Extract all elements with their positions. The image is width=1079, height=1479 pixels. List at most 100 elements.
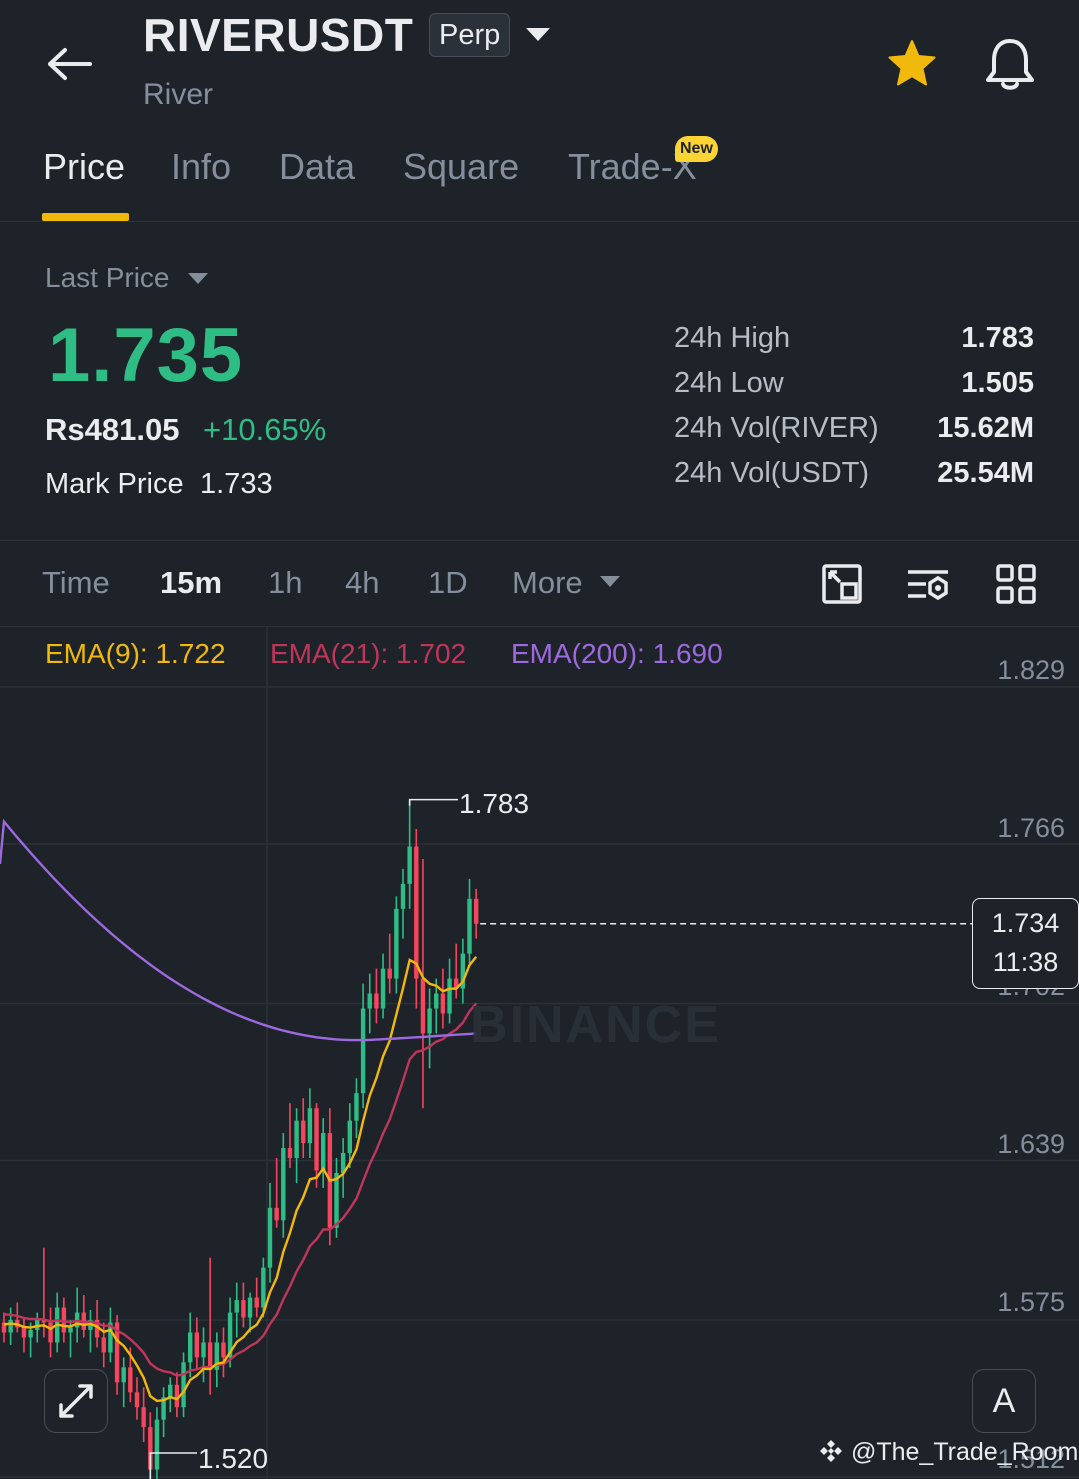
interval-15m[interactable]: 15m [160, 565, 222, 601]
binance-logo-icon [820, 1440, 842, 1462]
stat-value: 1.783 [961, 322, 1034, 354]
caret-down-icon[interactable] [188, 273, 208, 284]
candle-body [8, 1319, 13, 1333]
chevron-down-icon[interactable] [526, 28, 550, 41]
active-tab-indicator [42, 213, 129, 221]
star-icon[interactable] [884, 36, 940, 92]
candle-countdown: 11:38 [992, 947, 1059, 977]
candle-body [234, 1300, 239, 1313]
stats-panel: 24h High 1.783 24h Low 1.505 24h Vol(RIV… [674, 322, 1034, 502]
ema-21-label: EMA(21): 1.702 [270, 638, 467, 669]
candle-body [188, 1332, 193, 1363]
candle-body [134, 1392, 140, 1408]
stat-value: 1.505 [961, 367, 1034, 399]
candle-body [21, 1327, 27, 1338]
candle-body [400, 883, 406, 909]
grid-layout-icon[interactable] [994, 562, 1038, 606]
interval-more[interactable]: More [512, 565, 583, 601]
candle-body [287, 1148, 293, 1159]
ema-9-label: EMA(9): 1.722 [45, 638, 226, 669]
interval-1d[interactable]: 1D [428, 565, 468, 601]
candle-body [414, 846, 419, 979]
low-marker-label: 1.520 [198, 1443, 269, 1474]
more-caret-icon[interactable] [600, 576, 620, 587]
stat-row: 24h Vol(RIVER) 15.62M [674, 412, 1034, 457]
mark-price-value: 1.733 [200, 468, 273, 500]
candle-body [307, 1108, 313, 1144]
candle-body [241, 1300, 246, 1318]
candle-body [434, 993, 439, 1009]
back-arrow-icon[interactable] [40, 36, 100, 92]
ema-9-line [3, 956, 478, 1403]
stat-label: 24h Vol(RIVER) [674, 412, 879, 444]
candle-body [267, 1207, 273, 1268]
candle-body [168, 1384, 173, 1398]
candle-body [294, 1120, 299, 1159]
stat-row: 24h Vol(USDT) 25.54M [674, 457, 1034, 502]
candle-body [407, 846, 412, 884]
binance-watermark: BINANCE [470, 996, 721, 1054]
high-marker-label: 1.783 [459, 788, 530, 819]
bell-icon[interactable] [982, 34, 1038, 94]
candle-body [354, 1093, 359, 1121]
ema-200-line [0, 818, 477, 1042]
candle-body [154, 1419, 160, 1470]
interval-4h[interactable]: 4h [345, 565, 379, 601]
y-axis-tick: 1.829 [997, 655, 1065, 685]
y-axis-tick: 1.639 [997, 1129, 1065, 1159]
candle-body [281, 1148, 286, 1221]
candle-body [121, 1367, 126, 1383]
candle-body [467, 898, 472, 954]
interval-time[interactable]: Time [42, 565, 110, 601]
contract-type-tag: Perp [429, 13, 511, 57]
price-change-percent: +10.65% [203, 412, 327, 447]
candle-body [48, 1322, 53, 1343]
candle-body [28, 1329, 33, 1338]
candle-body [68, 1327, 73, 1333]
candle-body [347, 1120, 352, 1154]
tab-data[interactable]: Data [279, 146, 355, 188]
symbol-title[interactable]: RIVERUSDT [143, 8, 413, 62]
auto-scale-button[interactable]: A [972, 1369, 1036, 1433]
tab-bar: Price Info Data Square Trade-X [0, 140, 1079, 222]
candle-body [274, 1207, 279, 1221]
candle-body [427, 1008, 432, 1034]
candle-body [254, 1297, 259, 1308]
ema-200-label: EMA(200): 1.690 [511, 638, 723, 669]
mark-price-label: Mark Price [45, 468, 184, 500]
candle-body [367, 993, 372, 1009]
candle-body [387, 968, 392, 979]
last-price-dropdown[interactable]: Last Price [45, 262, 170, 294]
credit-text: @The_Trade_Room [850, 1438, 1079, 1466]
tab-square[interactable]: Square [403, 146, 519, 188]
expand-icon[interactable] [44, 1369, 108, 1433]
new-badge: New [675, 136, 718, 162]
candle-body [321, 1133, 326, 1171]
candle-body [301, 1120, 306, 1144]
chart-settings-icon[interactable] [820, 562, 864, 606]
y-axis-tick: 1.575 [997, 1287, 1065, 1317]
stat-label: 24h Vol(USDT) [674, 457, 870, 489]
current-price-tag[interactable]: 1.734 11:38 [972, 898, 1079, 989]
tab-info[interactable]: Info [171, 146, 231, 188]
candle-body [194, 1332, 200, 1358]
current-price-value: 1.734 [991, 908, 1060, 938]
candle-body [181, 1362, 186, 1408]
stat-row: 24h High 1.783 [674, 322, 1034, 367]
candle-body [447, 978, 452, 1014]
local-currency-price: Rs481.05 [45, 412, 180, 447]
candle-body [360, 1008, 366, 1094]
indicator-icon[interactable] [906, 562, 950, 606]
candle-body [374, 993, 379, 1009]
tab-price[interactable]: Price [43, 146, 125, 188]
interval-1h[interactable]: 1h [268, 565, 302, 601]
stat-value: 15.62M [937, 412, 1034, 444]
candle-body [440, 993, 446, 1014]
candle-body [420, 978, 426, 1034]
candle-body [334, 1172, 339, 1228]
high-marker-line [408, 798, 458, 806]
stat-label: 24h High [674, 322, 791, 354]
candle-body [141, 1407, 146, 1428]
candle-body [101, 1337, 106, 1353]
stat-label: 24h Low [674, 367, 784, 399]
